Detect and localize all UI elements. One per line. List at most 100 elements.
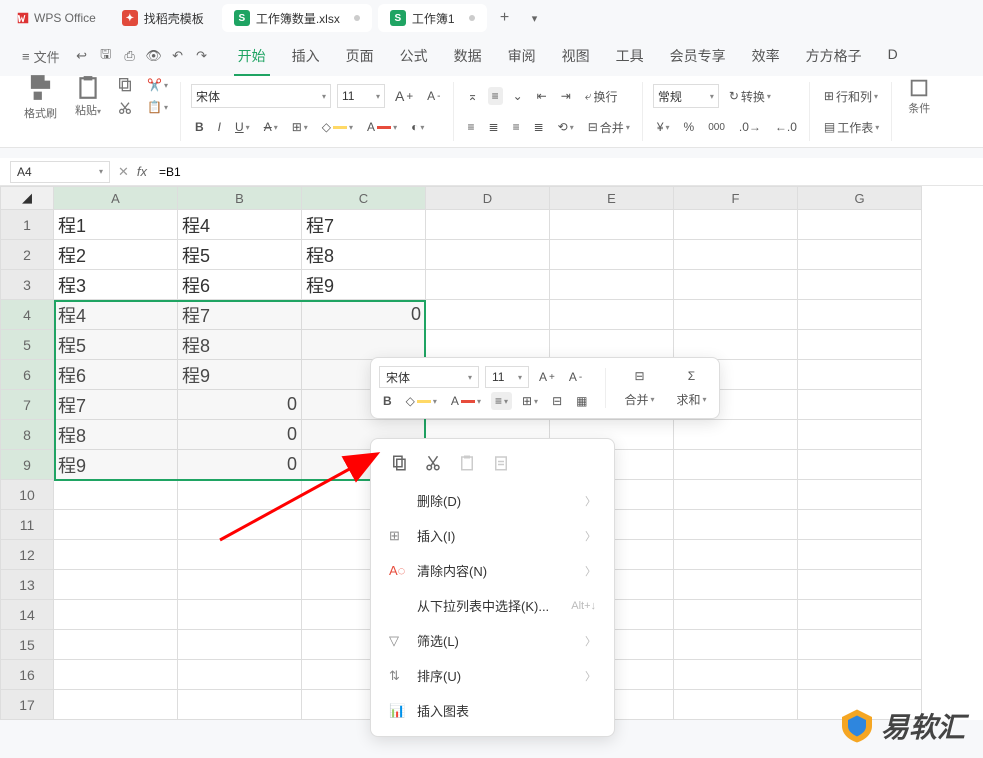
- underline-button[interactable]: U▾: [231, 118, 254, 136]
- row-header[interactable]: 14: [0, 600, 54, 630]
- cell-a14[interactable]: [54, 600, 178, 630]
- cell-d2[interactable]: [426, 240, 550, 270]
- mini-font-select[interactable]: 宋体▾: [379, 366, 479, 388]
- cell-d3[interactable]: [426, 270, 550, 300]
- cell-g1[interactable]: [798, 210, 922, 240]
- cell-g7[interactable]: [798, 390, 922, 420]
- dec-dec-icon[interactable]: ←.0: [771, 118, 801, 136]
- conditional-button[interactable]: 条件: [902, 75, 936, 118]
- cell-g11[interactable]: [798, 510, 922, 540]
- cell-f2[interactable]: [674, 240, 798, 270]
- menutab-tools[interactable]: 工具: [612, 38, 648, 74]
- italic-button[interactable]: I: [214, 118, 225, 136]
- row-header[interactable]: 7: [0, 390, 54, 420]
- mini-mergecell-button[interactable]: ⊟: [630, 367, 648, 385]
- cell-a3[interactable]: 程3: [54, 270, 178, 300]
- paste-options-icon[interactable]: 📋▾: [143, 98, 172, 116]
- cut-icon[interactable]: [113, 98, 137, 118]
- mini-fontcolor-button[interactable]: A▾: [447, 392, 485, 410]
- cell-b10[interactable]: [178, 480, 302, 510]
- cell-e1[interactable]: [550, 210, 674, 240]
- cell-e5[interactable]: [550, 330, 674, 360]
- cell-b14[interactable]: [178, 600, 302, 630]
- col-header-f[interactable]: F: [674, 186, 798, 210]
- mini-merge-icon[interactable]: ⊟: [548, 392, 566, 410]
- tab-templates[interactable]: ✦ 找稻壳模板: [110, 4, 216, 32]
- cell-a16[interactable]: [54, 660, 178, 690]
- ctx-insert[interactable]: ⊞插入(I)〉: [371, 518, 614, 553]
- number-format-select[interactable]: 常规▾: [653, 84, 719, 108]
- cell-f14[interactable]: [674, 600, 798, 630]
- cell-f17[interactable]: [674, 690, 798, 720]
- cell-b2[interactable]: 程5: [178, 240, 302, 270]
- orient-icon[interactable]: ⟲▾: [554, 118, 578, 136]
- cell-c4[interactable]: 0: [302, 300, 426, 330]
- print-icon[interactable]: ⎙: [120, 46, 140, 66]
- cell-f9[interactable]: [674, 450, 798, 480]
- row-header[interactable]: 16: [0, 660, 54, 690]
- indent-inc-icon[interactable]: ⇥: [557, 87, 575, 105]
- menutab-insert[interactable]: 插入: [288, 38, 324, 74]
- cell-b4[interactable]: 程7: [178, 300, 302, 330]
- cell-a15[interactable]: [54, 630, 178, 660]
- cell-f4[interactable]: [674, 300, 798, 330]
- col-header-b[interactable]: B: [178, 186, 302, 210]
- cell-g4[interactable]: [798, 300, 922, 330]
- fill-color-button[interactable]: ◇▾: [318, 118, 357, 136]
- ctx-filter[interactable]: ▽筛选(L)〉: [371, 623, 614, 658]
- align-bottom-icon[interactable]: ⌄: [509, 87, 527, 105]
- cell-f8[interactable]: [674, 420, 798, 450]
- cell-g3[interactable]: [798, 270, 922, 300]
- row-header[interactable]: 11: [0, 510, 54, 540]
- font-shrink-icon[interactable]: A-: [423, 87, 444, 105]
- align-center-icon[interactable]: ≣: [485, 118, 503, 136]
- col-header-d[interactable]: D: [426, 186, 550, 210]
- cell-b5[interactable]: 程8: [178, 330, 302, 360]
- cell-c5[interactable]: [302, 330, 426, 360]
- mini-fill-button[interactable]: ◇▾: [402, 392, 441, 410]
- percent-icon[interactable]: %: [680, 118, 699, 136]
- cell-b9[interactable]: 0: [178, 450, 302, 480]
- cell-a9[interactable]: 程9: [54, 450, 178, 480]
- indent-dec-icon[interactable]: ⇤: [533, 87, 551, 105]
- align-top-icon[interactable]: ⌅: [464, 87, 482, 105]
- align-middle-icon[interactable]: ≡: [488, 87, 503, 105]
- row-header[interactable]: 1: [0, 210, 54, 240]
- cell-f1[interactable]: [674, 210, 798, 240]
- font-size-select[interactable]: 11▾: [337, 84, 385, 108]
- dec-inc-icon[interactable]: .0→: [735, 118, 765, 136]
- ctx-copy-icon[interactable]: [389, 453, 409, 473]
- align-left-icon[interactable]: ≡: [464, 118, 479, 136]
- cancel-formula-icon[interactable]: ✕: [118, 164, 129, 180]
- col-header-e[interactable]: E: [550, 186, 674, 210]
- cell-d4[interactable]: [426, 300, 550, 330]
- cell-f12[interactable]: [674, 540, 798, 570]
- cell-b13[interactable]: [178, 570, 302, 600]
- cell-g6[interactable]: [798, 360, 922, 390]
- mini-bold-button[interactable]: B: [379, 392, 396, 410]
- cell-e3[interactable]: [550, 270, 674, 300]
- select-all-corner[interactable]: ◢: [0, 186, 54, 210]
- cell-b3[interactable]: 程6: [178, 270, 302, 300]
- name-box[interactable]: A4▾: [10, 161, 110, 183]
- ctx-sort[interactable]: ⇅排序(U)〉: [371, 658, 614, 693]
- strike-button[interactable]: A▾: [260, 118, 282, 136]
- cell-g9[interactable]: [798, 450, 922, 480]
- row-header[interactable]: 2: [0, 240, 54, 270]
- cell-b12[interactable]: [178, 540, 302, 570]
- cell-g14[interactable]: [798, 600, 922, 630]
- cell-a11[interactable]: [54, 510, 178, 540]
- menutab-member[interactable]: 会员专享: [666, 38, 730, 74]
- cell-b16[interactable]: [178, 660, 302, 690]
- tab-workbook-1[interactable]: S 工作簿1: [378, 4, 487, 32]
- font-color-button[interactable]: A▾: [363, 118, 401, 136]
- cell-a17[interactable]: [54, 690, 178, 720]
- mini-format-icon[interactable]: ▦: [572, 392, 591, 410]
- cell-b1[interactable]: 程4: [178, 210, 302, 240]
- cell-a7[interactable]: 程7: [54, 390, 178, 420]
- cell-d1[interactable]: [426, 210, 550, 240]
- save-icon[interactable]: 🖫: [96, 46, 116, 66]
- mini-border-button[interactable]: ⊞▾: [518, 392, 542, 410]
- mini-merge-label[interactable]: 合并▾: [620, 389, 658, 410]
- font-grow-icon[interactable]: A+: [391, 86, 417, 106]
